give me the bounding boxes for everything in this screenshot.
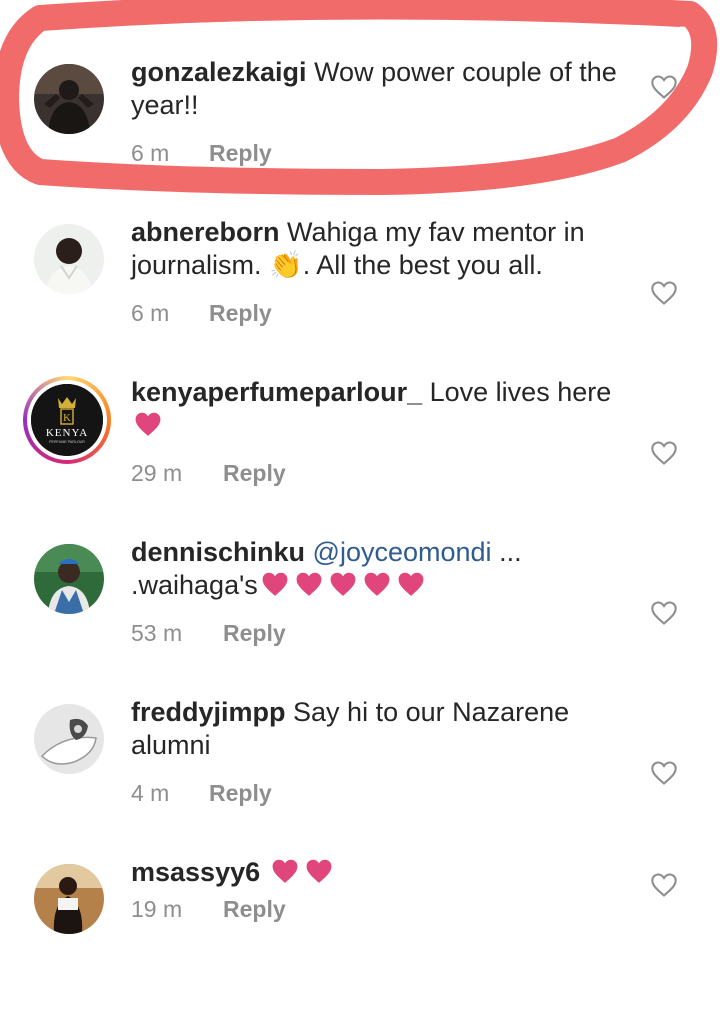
- logo-text: KENYA: [46, 427, 88, 439]
- heart-emoji-icon: [294, 571, 324, 597]
- comment-username[interactable]: dennischinku: [131, 537, 305, 567]
- avatar[interactable]: [34, 64, 104, 134]
- comment-time: 6 m: [131, 300, 170, 326]
- heart-outline-icon[interactable]: [650, 74, 678, 100]
- comment-meta: 6 m Reply: [131, 298, 272, 328]
- comment-meta: 29 m Reply: [131, 458, 286, 488]
- comment-item: freddyjimpp Say hi to our Nazarene alumn…: [0, 690, 720, 850]
- avatar[interactable]: [34, 544, 104, 614]
- heart-outline-icon[interactable]: [650, 280, 678, 306]
- heart-emoji-icon: [304, 858, 334, 884]
- comment-time: 29 m: [131, 460, 183, 486]
- comment-time: 6 m: [131, 140, 170, 166]
- comment-meta: 6 m Reply: [131, 138, 272, 168]
- comment-meta: 53 m Reply: [131, 618, 286, 648]
- heart-emoji-icon: [396, 571, 426, 597]
- reply-button[interactable]: Reply: [223, 896, 286, 922]
- comment-username[interactable]: msassyy6: [131, 857, 260, 887]
- heart-emoji-icon: [133, 411, 163, 437]
- comment-text: dennischinku @joyceomondi ... .waihaga's: [131, 536, 631, 602]
- mention-link[interactable]: @joyceomondi: [313, 537, 492, 567]
- reply-button[interactable]: Reply: [223, 620, 286, 646]
- clapping-hands-emoji: 👏: [269, 250, 303, 280]
- comment-meta: 4 m Reply: [131, 778, 272, 808]
- heart-emoji-icon: [260, 571, 290, 597]
- comment-username[interactable]: kenyaperfumeparlour_: [131, 377, 422, 407]
- kenya-perfume-logo: K KENYA PERFUME PARLOUR: [31, 384, 103, 456]
- comment-text: abnereborn Wahiga my fav mentor in journ…: [131, 216, 631, 282]
- comment-text: msassyy6: [131, 856, 631, 889]
- heart-emoji-icon: [270, 858, 300, 884]
- heart-outline-icon[interactable]: [650, 872, 678, 898]
- comment-username[interactable]: gonzalezkaigi: [131, 57, 307, 87]
- reply-button[interactable]: Reply: [209, 300, 272, 326]
- comment-meta: 19 m Reply: [131, 894, 286, 924]
- comment-time: 19 m: [131, 896, 183, 922]
- comment-time: 53 m: [131, 620, 183, 646]
- comment-item: abnereborn Wahiga my fav mentor in journ…: [0, 210, 720, 370]
- comment-text: kenyaperfumeparlour_ Love lives here: [131, 376, 631, 442]
- comment-text: freddyjimpp Say hi to our Nazarene alumn…: [131, 696, 631, 762]
- heart-outline-icon[interactable]: [650, 600, 678, 626]
- heart-emoji-icon: [362, 571, 392, 597]
- comment-item: gonzalezkaigi Wow power couple of the ye…: [0, 50, 720, 210]
- comment-body-continued: . All the best you all.: [302, 250, 543, 280]
- comment-username[interactable]: abnereborn: [131, 217, 280, 247]
- heart-emoji-icon: [328, 571, 358, 597]
- avatar[interactable]: [34, 864, 104, 934]
- avatar: K KENYA PERFUME PARLOUR: [27, 380, 107, 460]
- reply-button[interactable]: Reply: [209, 140, 272, 166]
- avatar[interactable]: [34, 704, 104, 774]
- comment-username[interactable]: freddyjimpp: [131, 697, 286, 727]
- comment-item: msassyy6 19 m Reply: [0, 850, 720, 1010]
- comment-item: dennischinku @joyceomondi ... .waihaga's…: [0, 530, 720, 690]
- logo-mark: K: [63, 412, 71, 424]
- avatar-story-ring[interactable]: K KENYA PERFUME PARLOUR: [23, 376, 111, 464]
- comment-body: Love lives here: [429, 377, 612, 407]
- comment-item: K KENYA PERFUME PARLOUR kenyaperfumeparlou…: [0, 370, 720, 530]
- reply-button[interactable]: Reply: [223, 460, 286, 486]
- heart-outline-icon[interactable]: [650, 440, 678, 466]
- comment-time: 4 m: [131, 780, 170, 806]
- logo-subtext: PERFUME PARLOUR: [49, 440, 85, 444]
- comment-text: gonzalezkaigi Wow power couple of the ye…: [131, 56, 631, 122]
- heart-outline-icon[interactable]: [650, 760, 678, 786]
- reply-button[interactable]: Reply: [209, 780, 272, 806]
- avatar[interactable]: [34, 224, 104, 294]
